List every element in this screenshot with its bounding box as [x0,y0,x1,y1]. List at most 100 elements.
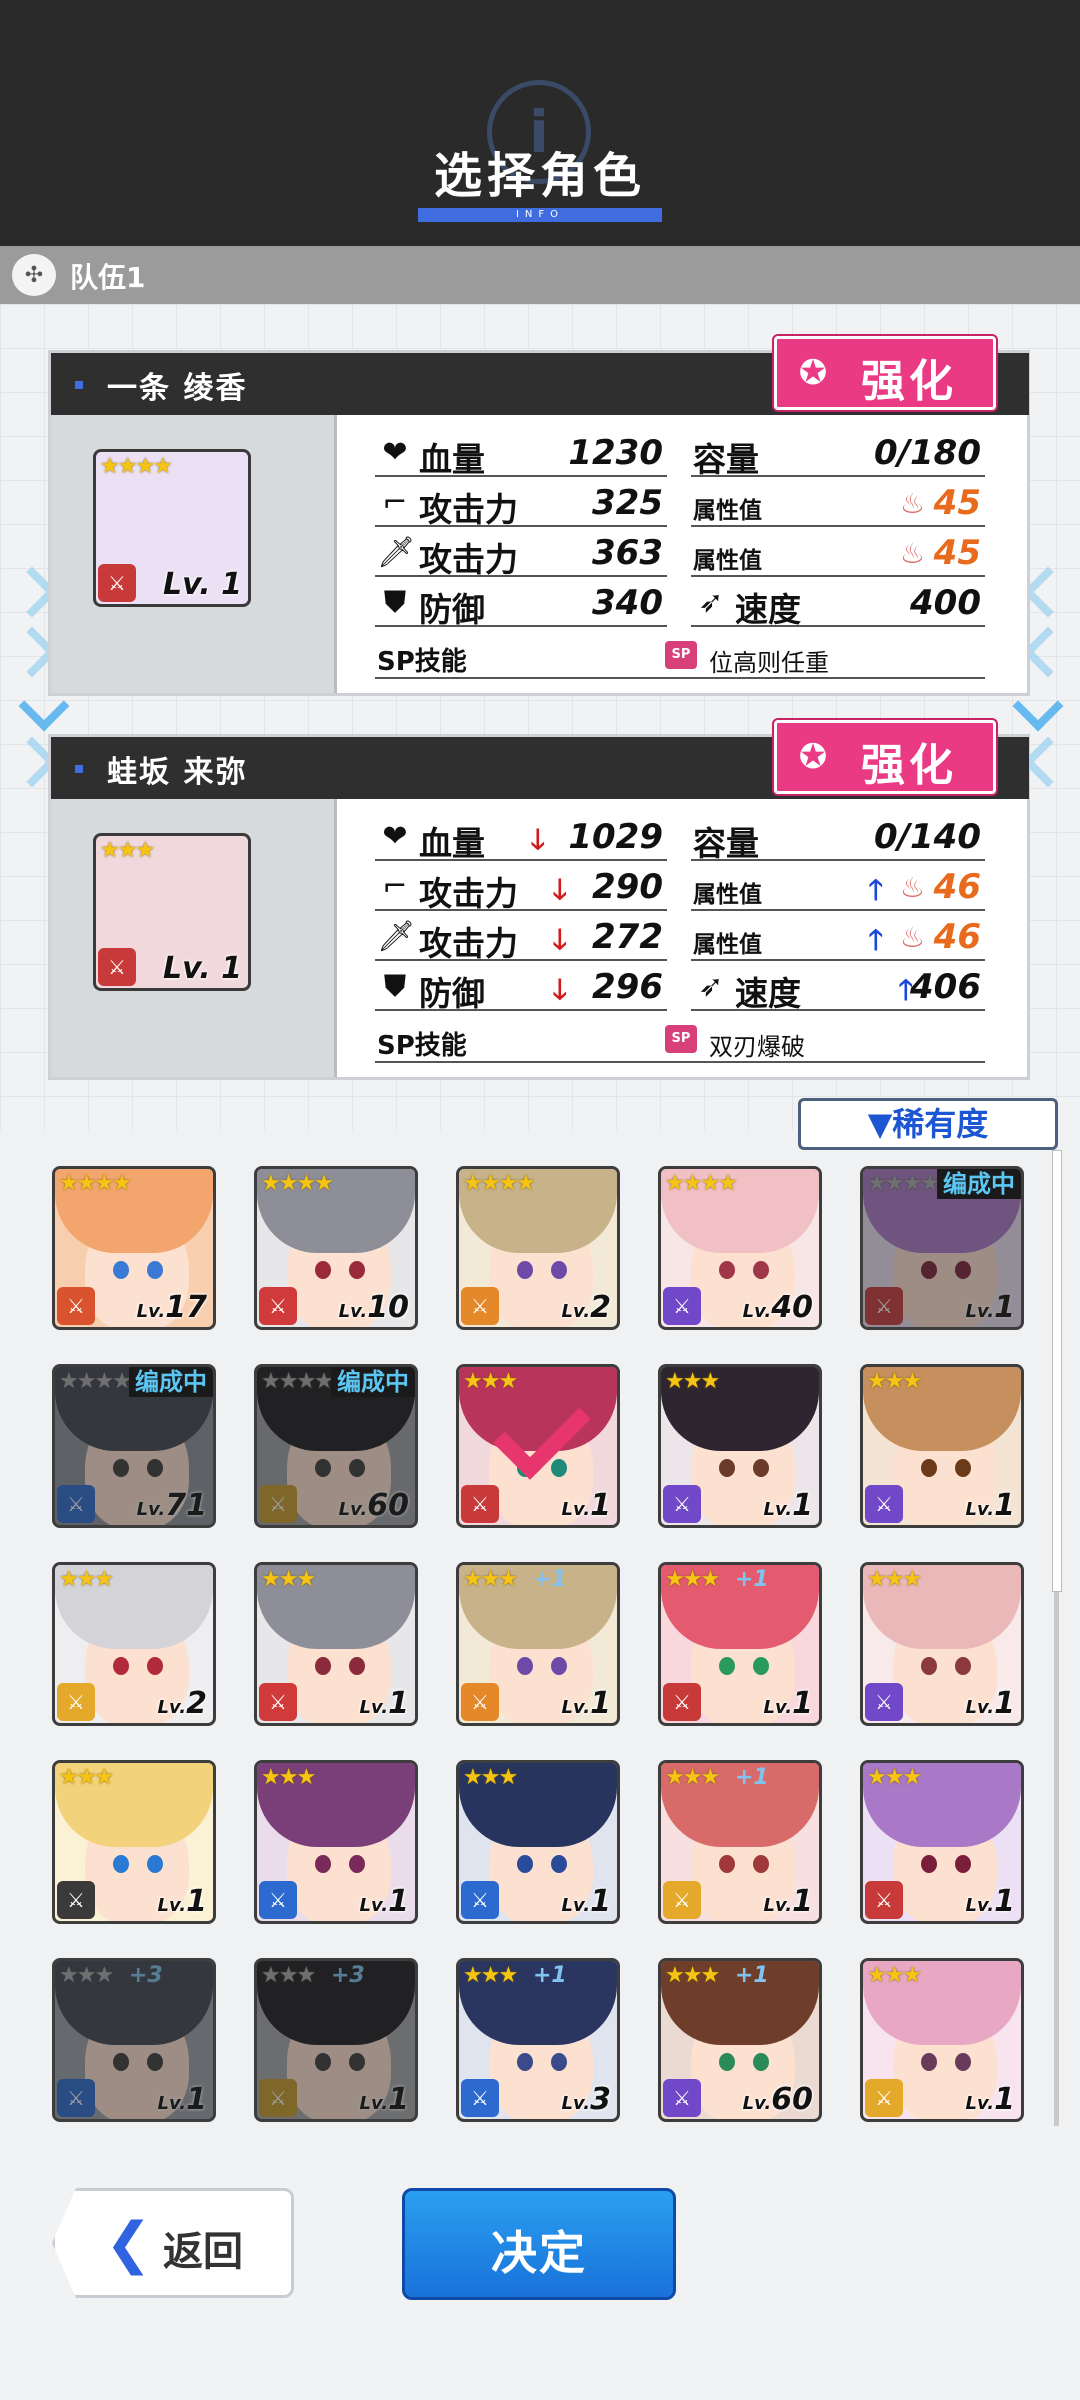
character-tile[interactable]: ★★★★ ⚔ Lv.71 编成中 [52,1364,216,1528]
stat-label: 属性值 [693,932,762,958]
eye-art [315,1855,331,1873]
flame-icon: ♨ [899,871,925,904]
stat-value: 45 [933,483,981,523]
character-tile[interactable]: ★★★★ ⚔ Lv.40 [658,1166,822,1330]
stat-attribute-1: 属性值 🡑 ♨ 46 [691,867,985,911]
back-button[interactable]: ❮ 返回 [52,2188,294,2298]
stat-value: 1230 [568,433,663,473]
eye-art [349,1261,365,1279]
character-tile[interactable]: ★★★★ ⚔ Lv.2 [456,1166,620,1330]
character-tile[interactable]: ★★★ ⚔ Lv.1 [860,1760,1024,1924]
bullet-icon [75,765,83,773]
character-tile[interactable]: ★★★ ⚔ Lv.1 [52,1760,216,1924]
level-label: Lv.1 [763,1686,813,1721]
rarity-stars: ★★★★ [463,1171,536,1196]
enhance-emblem-icon: ✪ [798,353,828,393]
flame-icon: ♨ [899,537,925,570]
eye-art [517,2053,533,2071]
enhance-label: 强化 [861,740,957,791]
rarity-stars: ★★★ [665,1963,720,1988]
stat-attribute-2: 属性值 🡑 ♨ 46 [691,917,985,961]
stat-value: 363 [592,533,663,573]
stat-label: 攻击力 [419,490,518,529]
rarity-stars: ★★★ [463,1963,518,1988]
stat-value: 325 [592,483,663,523]
eye-art [921,1855,937,1873]
rarity-stars: ★★★ [665,1765,720,1790]
stat-attack-melee: 🗡 攻击力 363 [375,533,667,579]
eye-art [719,1459,735,1477]
weapon-type-icon: ⚔ [663,1485,701,1523]
gun-icon: ⌐ [382,869,408,904]
stat-value: 0/140 [873,817,981,857]
character-tile[interactable]: ★★★ ⚔ Lv.1 [456,1364,620,1528]
level-label: Lv.2 [157,1686,207,1721]
stat-label: 属性值 [693,498,762,524]
rarity-stars: ★★★★ [261,1171,334,1196]
bullet-icon [75,381,83,389]
enhance-button[interactable]: ✪ 强化 [774,336,996,410]
stat-value: 46 [933,917,981,957]
character-tile[interactable]: ★★★ ⚔ Lv.1 [860,1364,1024,1528]
eye-art [551,1855,567,1873]
character-tile[interactable]: ★★★ ⚔ Lv.1 [254,1760,418,1924]
level-label: Lv.10 [338,1290,409,1325]
stat-defense: ⛊ 防御 340 [375,583,667,629]
portrait-area: ★★★★ ⚔ Lv. 1 [51,415,334,693]
character-tile[interactable]: ★★★ ⚔ Lv.3 +1 [456,1958,620,2122]
eye-art [955,2053,971,2071]
stat-attribute-1: 属性值 ♨ 45 [691,483,985,527]
plus-badge: +1 [533,1963,567,1988]
stat-label: 血量 [419,440,485,479]
eye-art [147,1261,163,1279]
character-portrait[interactable]: ★★★ ⚔ Lv. 1 [93,833,251,991]
character-tile[interactable]: ★★★ ⚔ Lv.1 +1 [658,1562,822,1726]
character-tile[interactable]: ★★★ ⚔ Lv.2 [52,1562,216,1726]
character-portrait[interactable]: ★★★★ ⚔ Lv. 1 [93,449,251,607]
character-tile[interactable]: ★★★ ⚔ Lv.1 +1 [658,1760,822,1924]
enhance-label: 强化 [861,356,957,407]
character-tile[interactable]: ★★★★ ⚔ Lv.17 [52,1166,216,1330]
eye-art [753,1657,769,1675]
character-tile[interactable]: ★★★ ⚔ Lv.1 [456,1760,620,1924]
character-tile[interactable]: ★★★★ ⚔ Lv.10 [254,1166,418,1330]
flame-icon: ♨ [899,921,925,954]
decor-chevron-icon [1022,736,1074,788]
character-tile[interactable]: ★★★ ⚔ Lv.1 +1 [456,1562,620,1726]
rarity-stars: ★★★ [665,1567,720,1592]
sort-rarity-button[interactable]: ▼稀有度 [798,1098,1058,1150]
level-label: Lv.1 [965,1884,1015,1919]
confirm-label: 决定 [491,2226,587,2280]
eye-art [955,1855,971,1873]
arrow-down-icon: 🡓 [552,973,567,1006]
shield-icon: ⛊ [383,585,407,620]
character-tile[interactable]: ★★★ ⚔ Lv.1 +3 [254,1958,418,2122]
eye-art [921,1459,937,1477]
stat-label: 速度 [735,974,801,1013]
character-name: 一条 绫香 [107,371,248,406]
character-tile[interactable]: ★★★ ⚔ Lv.1 +3 [52,1958,216,2122]
eye-art [349,1657,365,1675]
weapon-type-icon: ⚔ [259,1287,297,1325]
eye-art [719,1855,735,1873]
enhance-button[interactable]: ✪ 强化 [774,720,996,794]
character-tile[interactable]: ★★★★ ⚔ Lv.60 编成中 [254,1364,418,1528]
character-tile[interactable]: ★★★ ⚔ Lv.1 [658,1364,822,1528]
character-tile[interactable]: ★★★ ⚔ Lv.1 [254,1562,418,1726]
weapon-type-icon: ⚔ [865,1683,903,1721]
gun-icon: ⌐ [382,485,408,520]
in-team-badge: 编成中 [331,1367,415,1397]
character-tile[interactable]: ★★★★ ⚔ Lv.1 编成中 [860,1166,1024,1330]
rarity-stars: ★★★ [463,1567,518,1592]
eye-art [551,1459,567,1477]
character-tile[interactable]: ★★★ ⚔ Lv.60 +1 [658,1958,822,2122]
weapon-type-icon: ⚔ [461,1683,499,1721]
weapon-type-icon: ⚔ [865,1881,903,1919]
level-label: Lv. 1 [163,951,242,986]
character-tile[interactable]: ★★★ ⚔ Lv.1 [860,1958,1024,2122]
level-label: Lv.1 [561,1884,611,1919]
flame-icon: ♨ [899,487,925,520]
scrollbar-thumb[interactable] [1052,1150,1062,1592]
character-tile[interactable]: ★★★ ⚔ Lv.1 [860,1562,1024,1726]
confirm-button[interactable]: 决定 [402,2188,676,2300]
